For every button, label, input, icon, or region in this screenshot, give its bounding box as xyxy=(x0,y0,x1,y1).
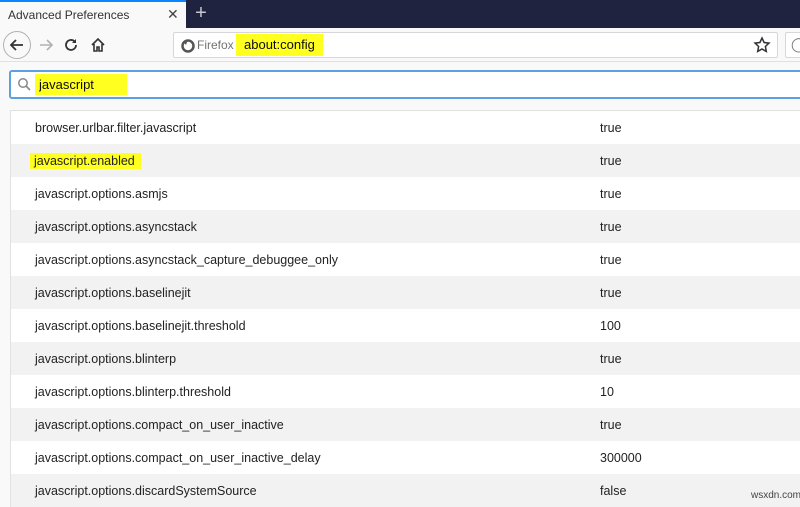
home-button[interactable] xyxy=(84,31,112,59)
pref-row[interactable]: javascript.options.blinterp.threshold 10 xyxy=(11,375,800,408)
pref-name: javascript.options.blinterp.threshold xyxy=(35,384,231,399)
pref-row[interactable]: javascript.options.compact_on_user_inact… xyxy=(11,408,800,441)
pref-row[interactable]: javascript.options.asmjs true xyxy=(11,177,800,210)
forward-button[interactable] xyxy=(32,31,60,59)
search-icon: ◯ xyxy=(791,36,800,52)
pref-name: javascript.options.asyncstack xyxy=(35,219,197,234)
filter-box[interactable] xyxy=(9,70,800,99)
pref-value: 10 xyxy=(600,384,614,399)
pref-value: true xyxy=(600,351,622,366)
pref-name: javascript.options.compact_on_user_inact… xyxy=(35,417,284,432)
pref-value: true xyxy=(600,219,622,234)
watermark: wsxdn.com xyxy=(751,490,800,501)
close-icon[interactable]: ✕ xyxy=(167,6,179,23)
pref-value: true xyxy=(600,153,622,168)
pref-name: javascript.options.blinterp xyxy=(35,351,177,366)
pref-row[interactable]: javascript.options.asyncstack true xyxy=(11,210,800,243)
tab-strip: Advanced Preferences ✕ + xyxy=(0,0,800,28)
firefox-identity-icon[interactable] xyxy=(181,39,195,53)
pref-row[interactable]: javascript.options.discardSystemSource fa… xyxy=(11,474,800,507)
nav-bar: Firefox about:config ◯ xyxy=(0,28,800,62)
pref-name: browser.urlbar.filter.javascript xyxy=(35,120,197,135)
back-button[interactable] xyxy=(3,31,31,59)
pref-value: true xyxy=(600,186,622,201)
pref-name: javascript.options.asmjs xyxy=(35,186,168,201)
tab-advanced-preferences[interactable]: Advanced Preferences ✕ xyxy=(0,0,186,28)
pref-value: false xyxy=(600,483,627,498)
arrow-right-icon xyxy=(40,39,54,51)
reload-icon xyxy=(65,39,77,51)
pref-name: javascript.options.discardSystemSource xyxy=(35,483,257,498)
pref-row[interactable]: javascript.options.compact_on_user_inact… xyxy=(11,441,800,474)
home-icon xyxy=(91,37,105,52)
identity-label: Firefox xyxy=(197,38,234,52)
pref-name: javascript.options.compact_on_user_inact… xyxy=(35,450,321,465)
pref-row[interactable]: javascript.options.asyncstack_capture_de… xyxy=(11,243,800,276)
pref-name: javascript.options.baselinejit xyxy=(35,285,191,300)
pref-name: javascript.options.baselinejit.threshold xyxy=(35,318,246,333)
filter-input[interactable] xyxy=(35,74,127,95)
search-bar[interactable]: ◯ xyxy=(785,32,800,58)
new-tab-button[interactable]: + xyxy=(192,2,210,24)
prefs-table: browser.urlbar.filter.javascript true java… xyxy=(10,110,800,507)
search-icon xyxy=(18,78,31,91)
arrow-left-icon xyxy=(9,39,23,51)
pref-value: true xyxy=(600,285,622,300)
pref-value: true xyxy=(600,120,622,135)
url-text[interactable]: about:config xyxy=(236,34,323,56)
url-bar[interactable]: Firefox about:config xyxy=(173,32,778,58)
tab-title: Advanced Preferences xyxy=(8,8,130,22)
pref-value: 300000 xyxy=(600,450,642,465)
pref-value: true xyxy=(600,417,622,432)
reload-button[interactable] xyxy=(57,31,85,59)
pref-row[interactable]: javascript.options.baselinejit.threshold… xyxy=(11,309,800,342)
pref-row[interactable]: javascript.options.blinterp true xyxy=(11,342,800,375)
pref-row[interactable]: javascript.options.baselinejit true xyxy=(11,276,800,309)
pref-value: 100 xyxy=(600,318,621,333)
about-config-page: browser.urlbar.filter.javascripttruejava… xyxy=(0,63,800,507)
pref-name: javascript.options.asyncstack_capture_de… xyxy=(35,252,338,267)
pref-value: true xyxy=(600,252,622,267)
pref-row[interactable]: browser.urlbar.filter.javascript true xyxy=(11,111,800,144)
star-icon[interactable] xyxy=(753,36,771,54)
pref-name: javascript.enabled xyxy=(30,152,141,169)
pref-row[interactable]: javascript.enabled true xyxy=(11,144,800,177)
